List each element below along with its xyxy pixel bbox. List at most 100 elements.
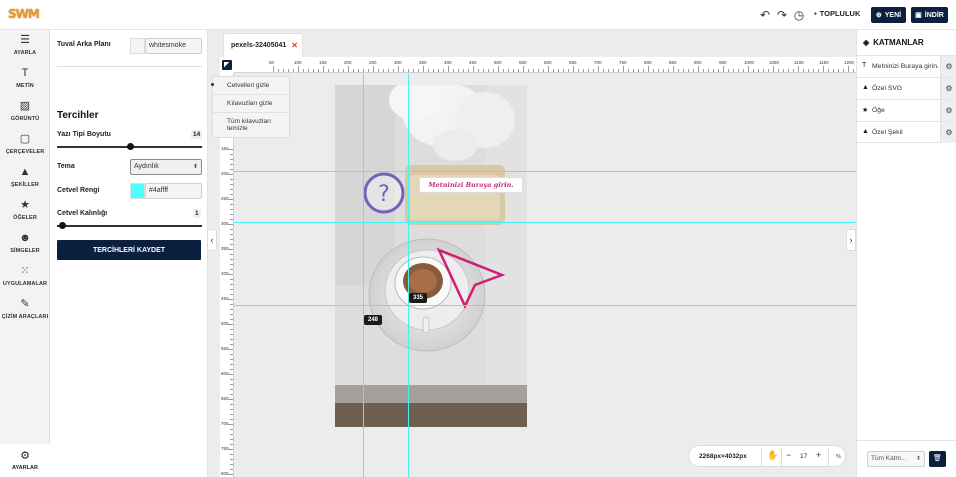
ruler-tick xyxy=(278,69,279,72)
ruler-tick-label: 200 xyxy=(344,60,352,65)
ruler-width-slider-thumb[interactable] xyxy=(59,222,66,229)
ruler-tick xyxy=(468,69,469,72)
canvas-bg-input[interactable]: whitesmoke xyxy=(145,38,202,54)
horizontal-ruler[interactable]: 50 100 150 200 250 300 350 400 450 500 550 600 650 70… xyxy=(220,57,856,73)
ruler-tick xyxy=(563,69,564,72)
layer-settings-gear-icon[interactable]: ⚙ xyxy=(940,78,956,99)
layers-panel: ◈ KATMANLAR T Metninizi Buraya girin. ⚙ … xyxy=(856,30,956,477)
guide-line-horizontal[interactable] xyxy=(234,171,856,172)
layer-settings-gear-icon[interactable]: ⚙ xyxy=(940,56,956,77)
sidebar-item-elements[interactable]: ★ ÖĞELER xyxy=(0,195,50,228)
ruler-tick xyxy=(230,429,233,430)
guide-line-vertical[interactable] xyxy=(363,73,364,477)
download-button[interactable]: ▣ İNDİR xyxy=(911,7,948,23)
ruler-tick xyxy=(228,324,233,325)
ruler-tick xyxy=(230,434,233,435)
ruler-tick xyxy=(683,69,684,72)
pan-hand-icon[interactable]: ✋ xyxy=(767,450,778,461)
layer-item[interactable]: ★ Öğe ⚙ xyxy=(857,99,956,121)
ruler-tick xyxy=(318,69,319,72)
canvas-text-element[interactable]: Metninizi Buraya girin. xyxy=(419,177,523,193)
community-button[interactable]: ▪ TOPLULUK xyxy=(814,9,860,18)
ruler-corner[interactable] xyxy=(220,57,234,73)
ruler-tick-label: 1050 xyxy=(769,60,780,65)
ruler-color-swatch[interactable] xyxy=(130,183,145,199)
document-tab[interactable]: pexels-32405041 ✕ xyxy=(223,33,303,57)
collapse-right-panel-button[interactable]: › xyxy=(846,229,856,251)
ruler-tick xyxy=(578,69,579,72)
zoom-in-button[interactable]: + xyxy=(816,450,821,460)
layer-item[interactable]: ▲ Özel Şekil ⚙ xyxy=(857,121,956,143)
zoom-value[interactable]: 17 xyxy=(800,453,807,460)
chevron-left-icon: ‹ xyxy=(210,235,214,245)
ruler-color-label: Cetvel Rengi xyxy=(57,187,100,194)
bullet-icon xyxy=(211,83,214,86)
layer-item[interactable]: T Metninizi Buraya girin. ⚙ xyxy=(857,55,956,77)
guide-line-horizontal[interactable] xyxy=(234,222,856,223)
sidebar-item-drawing-tools[interactable]: ✎ ÇİZİM ARAÇLARI xyxy=(0,294,50,327)
guide-line-vertical[interactable] xyxy=(408,73,409,477)
sidebar-item-frames[interactable]: ▢ ÇERÇEVELER xyxy=(0,129,50,162)
menu-item-hide-rulers[interactable]: Cetvelleri gizle xyxy=(211,77,289,95)
ruler-tick xyxy=(473,66,474,72)
left-toolbar: ☰ AYARLA T METİN ▨ GÖRÜNTÜ ▢ ÇERÇEVELER … xyxy=(0,30,50,477)
menu-item-hide-guides[interactable]: Kılavuzları gizle xyxy=(213,95,289,113)
redo-icon[interactable]: ↷ xyxy=(775,8,789,22)
layer-item[interactable]: ▲ Özel SVG ⚙ xyxy=(857,77,956,99)
ruler-tick xyxy=(533,69,534,72)
ruler-tick-label: 850 xyxy=(669,60,677,65)
text-icon: T xyxy=(862,62,867,69)
close-icon[interactable]: ✕ xyxy=(291,41,298,50)
canvas-bg-swatch[interactable] xyxy=(130,38,145,54)
guide-line-horizontal[interactable] xyxy=(234,305,856,306)
ruler-tick xyxy=(303,69,304,72)
ruler-tick xyxy=(230,334,233,335)
ruler-tick xyxy=(818,69,819,72)
new-button[interactable]: ⊕ YENİ xyxy=(871,7,906,23)
font-size-slider-thumb[interactable] xyxy=(126,143,134,150)
delete-layer-button[interactable]: 🗑 xyxy=(929,451,946,467)
history-icon[interactable]: ◷ xyxy=(792,8,806,22)
zoom-out-button[interactable]: − xyxy=(786,450,791,460)
chevron-right-icon: › xyxy=(849,235,853,245)
layer-filter-select[interactable]: Tüm Katm... xyxy=(867,451,925,467)
ruler-tick xyxy=(623,66,624,72)
ruler-tick xyxy=(428,69,429,72)
theme-select[interactable]: Aydınlık ⬍ xyxy=(130,159,202,175)
sidebar-item-shapes[interactable]: ▲ ŞEKİLLER xyxy=(0,162,50,195)
ruler-tick xyxy=(813,69,814,72)
layers-title: ◈ KATMANLAR xyxy=(863,38,924,47)
ruler-tick-label: 100 xyxy=(294,60,302,65)
ruler-tick xyxy=(230,319,233,320)
emoji-icon: ☻ xyxy=(19,232,31,244)
layer-settings-gear-icon[interactable]: ⚙ xyxy=(940,122,956,143)
ruler-tick-label: 1100 xyxy=(794,60,804,65)
sidebar-item-text[interactable]: T METİN xyxy=(0,63,50,96)
sidebar-item-apps[interactable]: ⁙ UYGULAMALAR xyxy=(0,261,50,294)
ruler-tick-label: 1150 xyxy=(819,60,829,65)
sidebar-item-icons[interactable]: ☻ SİMGELER xyxy=(0,228,50,261)
layers-footer: Tüm Katm... 🗑 xyxy=(857,440,956,477)
ruler-tick xyxy=(323,66,324,72)
layer-settings-gear-icon[interactable]: ⚙ xyxy=(940,100,956,121)
sidebar-item-image[interactable]: ▨ GÖRÜNTÜ xyxy=(0,96,50,129)
save-preferences-button[interactable]: TERCİHLERİ KAYDET xyxy=(57,240,201,260)
divider xyxy=(57,66,202,67)
sidebar-item-settings[interactable]: ⚙ AYARLAR xyxy=(0,444,50,477)
ruler-width-slider[interactable] xyxy=(57,225,202,227)
app-logo[interactable]: SWM xyxy=(8,7,40,21)
ruler-tick xyxy=(423,66,424,72)
canvas-area[interactable]: ? Metninizi Buraya girin. 335 248 xyxy=(234,73,856,477)
ruler-tick xyxy=(393,69,394,72)
sidebar-item-adjust[interactable]: ☰ AYARLA xyxy=(0,30,50,63)
ruler-tick xyxy=(228,149,233,150)
ruler-tick xyxy=(558,69,559,72)
menu-item-clear-guides[interactable]: Tüm kılavuzları temizle xyxy=(213,113,289,137)
collapse-left-panel-button[interactable]: ‹ xyxy=(207,229,217,251)
ruler-tick xyxy=(743,69,744,72)
ruler-tick xyxy=(573,66,574,72)
ruler-tick xyxy=(653,69,654,72)
ruler-tick-label: 150 xyxy=(319,60,327,65)
ruler-color-input[interactable]: #4affff xyxy=(145,183,202,199)
undo-icon[interactable]: ↶ xyxy=(758,8,772,22)
